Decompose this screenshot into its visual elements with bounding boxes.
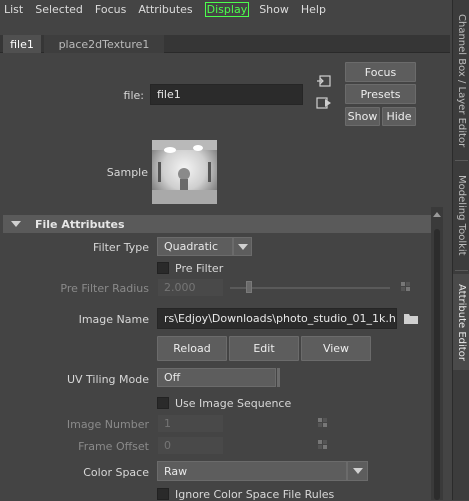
- scrollbar-thumb[interactable]: [434, 229, 440, 500]
- pre-filter-radius-field[interactable]: 2.000: [157, 278, 224, 297]
- image-number-field[interactable]: 1: [157, 414, 224, 433]
- edit-button[interactable]: Edit: [229, 336, 299, 361]
- focus-button[interactable]: Focus: [345, 62, 416, 82]
- tab-file1-label: file1: [10, 37, 34, 51]
- reload-button[interactable]: Reload: [157, 336, 227, 361]
- pre-filter-radius-slider-thumb[interactable]: [246, 281, 253, 293]
- input-connection-icon[interactable]: [316, 74, 332, 88]
- frame-offset-label: Frame Offset: [78, 440, 149, 453]
- color-space-dropdown[interactable]: Raw: [157, 461, 347, 481]
- sample-label: Sample: [106, 166, 148, 179]
- tab-file1[interactable]: file1: [3, 35, 41, 53]
- chevron-down-icon: [238, 244, 248, 250]
- sidebar-tab-modeling-toolkit-label: Modeling Toolkit: [456, 174, 467, 256]
- menu-list[interactable]: List: [4, 3, 23, 16]
- right-sidebar: Channel Box / Layer Editor Modeling Tool…: [452, 0, 469, 500]
- view-button[interactable]: View: [301, 336, 371, 361]
- menu-help[interactable]: Help: [301, 3, 326, 16]
- folder-icon[interactable]: [403, 311, 419, 325]
- sidebar-tab-attribute-editor-label: Attribute Editor: [456, 283, 467, 361]
- image-name-label: Image Name: [78, 313, 149, 326]
- pre-filter-label: Pre Filter: [175, 262, 224, 275]
- tab-place2dtexture1[interactable]: place2dTexture1: [44, 35, 164, 53]
- chevron-down-icon: [353, 468, 363, 474]
- node-tabs: file1 place2dTexture1: [0, 35, 450, 53]
- sidebar-tab-channel-box[interactable]: Channel Box / Layer Editor: [453, 6, 469, 156]
- sidebar-separator: [455, 160, 468, 161]
- menu-attributes[interactable]: Attributes: [138, 3, 192, 16]
- uv-tiling-mode-dropdown[interactable]: Off: [157, 368, 276, 387]
- scroll-up-arrow-icon[interactable]: [433, 212, 441, 217]
- map-texture-icon[interactable]: [401, 282, 411, 292]
- use-image-sequence-checkbox[interactable]: [157, 397, 169, 409]
- file-attributes-header[interactable]: File Attributes: [3, 215, 431, 233]
- node-name-field[interactable]: file1: [150, 84, 303, 105]
- output-connection-icon[interactable]: [316, 96, 332, 110]
- pre-filter-checkbox[interactable]: [157, 262, 169, 274]
- hide-button[interactable]: Hide: [382, 107, 416, 126]
- menubar: List Selected Focus Attributes Display S…: [0, 0, 455, 18]
- menu-focus[interactable]: Focus: [95, 3, 126, 16]
- image-number-label: Image Number: [66, 418, 149, 431]
- presets-button[interactable]: Presets: [345, 84, 416, 104]
- sidebar-tab-attribute-editor[interactable]: Attribute Editor: [453, 274, 469, 370]
- filter-type-dropdown[interactable]: Quadratic: [157, 237, 233, 256]
- ignore-color-space-rules-checkbox[interactable]: [157, 488, 169, 500]
- menu-display[interactable]: Display: [204, 1, 250, 17]
- sidebar-separator: [455, 270, 468, 271]
- map-texture-icon[interactable]: [318, 418, 328, 428]
- tab-place2dtexture1-label: place2dTexture1: [58, 37, 150, 51]
- menu-selected[interactable]: Selected: [35, 3, 83, 16]
- uv-tiling-mode-label: UV Tiling Mode: [66, 373, 149, 386]
- uv-tiling-dropdown-edge: [277, 368, 280, 387]
- sidebar-tab-modeling-toolkit[interactable]: Modeling Toolkit: [453, 165, 469, 265]
- color-space-dropdown-button[interactable]: [347, 461, 368, 481]
- sidebar-tab-channel-box-label: Channel Box / Layer Editor: [456, 14, 467, 148]
- pre-filter-radius-slider[interactable]: [230, 287, 390, 289]
- node-name-label: file:: [123, 89, 144, 102]
- image-name-field[interactable]: rs\Edjoy\Downloads\photo_studio_01_1k.hd…: [157, 308, 397, 329]
- sample-swatch[interactable]: [152, 140, 217, 204]
- ignore-color-space-rules-label: Ignore Color Space File Rules: [175, 488, 335, 501]
- filter-type-label: Filter Type: [92, 241, 149, 254]
- color-space-label: Color Space: [83, 466, 149, 479]
- collapse-arrow-icon: [11, 221, 21, 227]
- filter-type-dropdown-button[interactable]: [233, 237, 252, 256]
- file-attributes-title: File Attributes: [35, 217, 125, 231]
- menu-show[interactable]: Show: [259, 3, 289, 16]
- pre-filter-radius-label: Pre Filter Radius: [60, 282, 149, 295]
- use-image-sequence-label: Use Image Sequence: [175, 397, 292, 410]
- show-button[interactable]: Show: [345, 107, 380, 126]
- map-texture-icon[interactable]: [318, 440, 328, 450]
- frame-offset-field[interactable]: 0: [157, 436, 224, 455]
- attribute-scrollbar[interactable]: [431, 207, 443, 500]
